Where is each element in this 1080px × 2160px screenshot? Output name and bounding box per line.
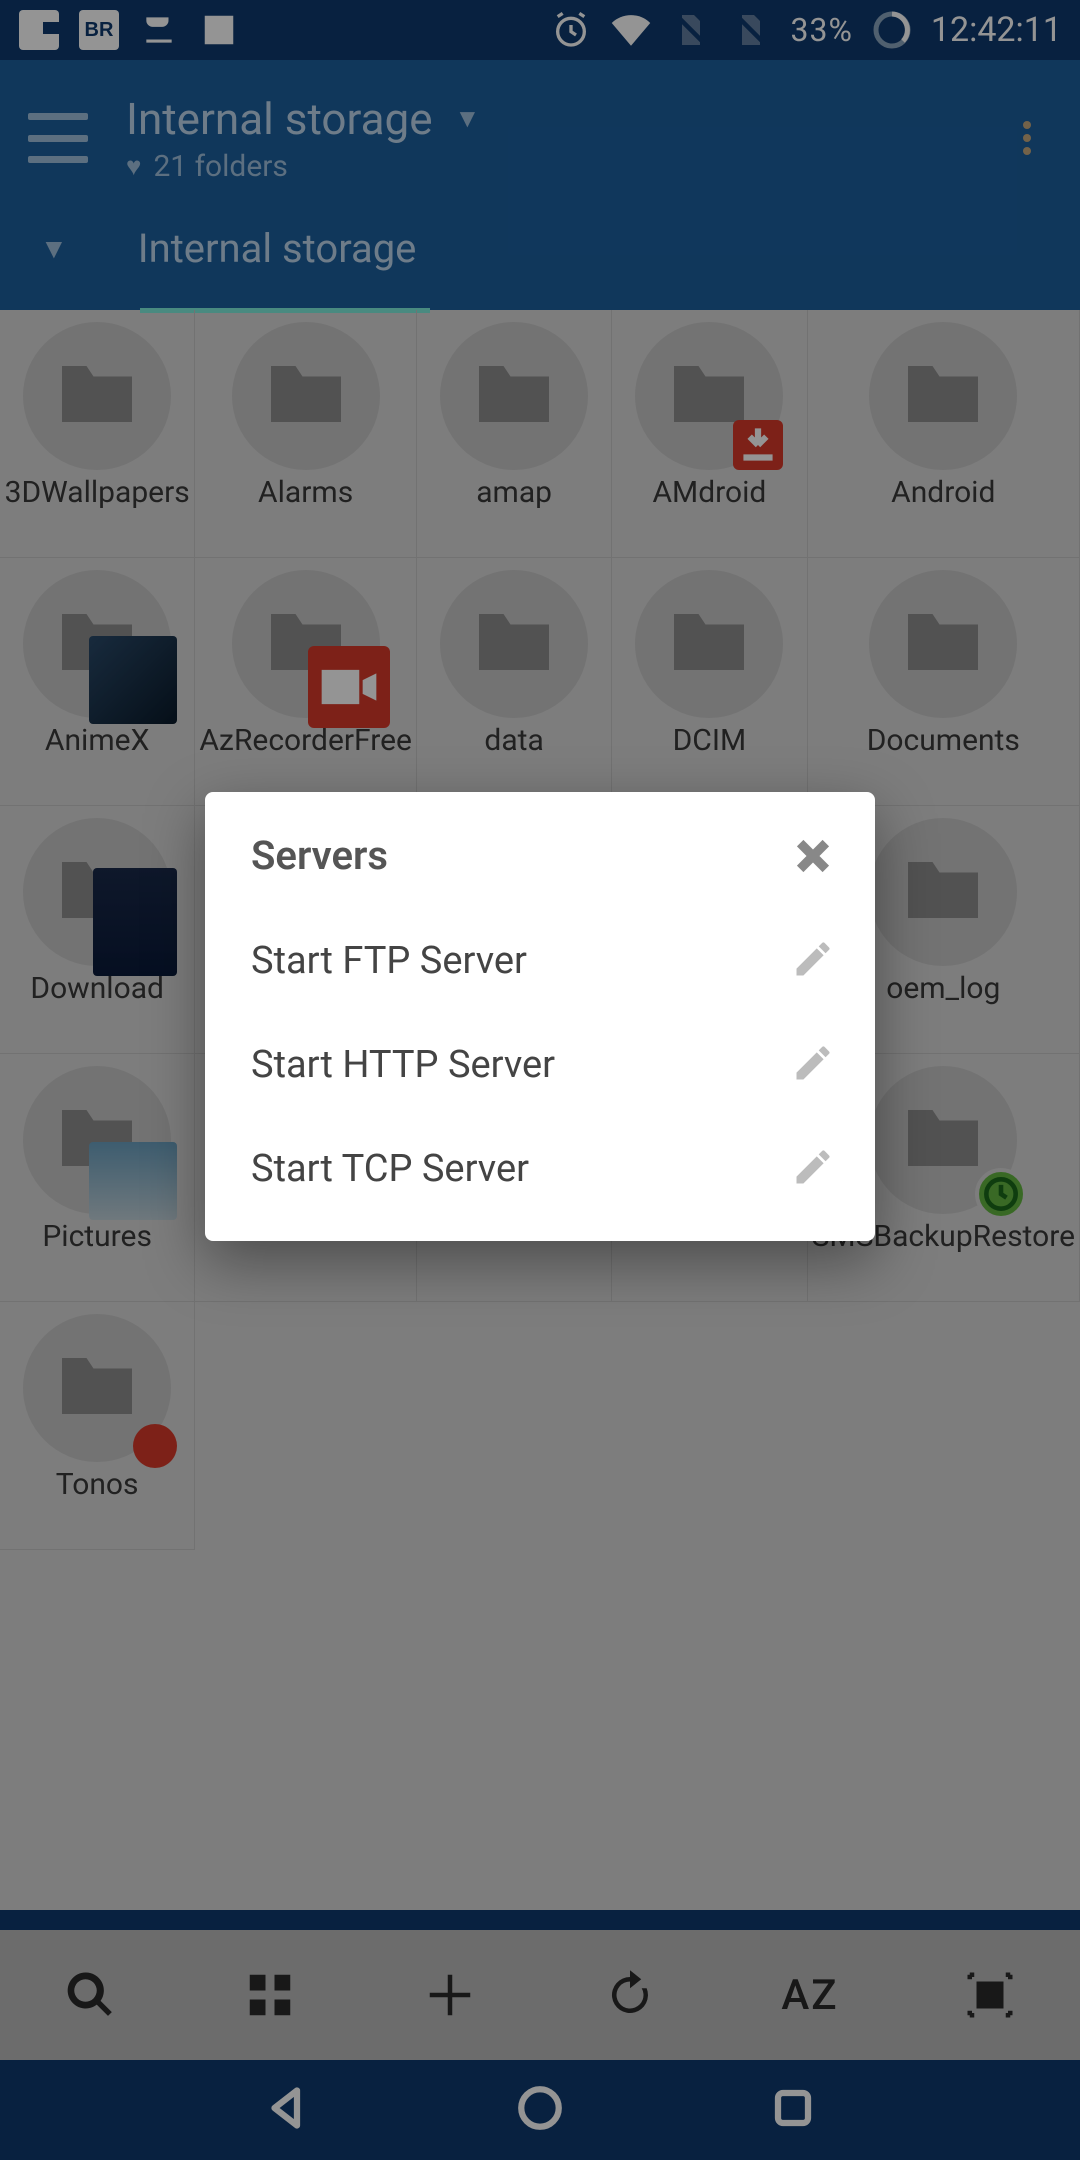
server-option-label: Start HTTP Server [251, 1043, 555, 1087]
edit-icon[interactable] [791, 1041, 835, 1089]
servers-dialog: Servers Start FTP Server Start HTTP Serve… [205, 792, 875, 1241]
server-option-label: Start FTP Server [251, 939, 527, 983]
edit-icon[interactable] [791, 937, 835, 985]
server-option[interactable]: Start FTP Server [205, 909, 875, 1013]
close-icon[interactable] [791, 834, 835, 878]
server-option-label: Start TCP Server [251, 1147, 529, 1191]
server-option[interactable]: Start TCP Server [205, 1117, 875, 1221]
dialog-title: Servers [251, 832, 388, 879]
server-option[interactable]: Start HTTP Server [205, 1013, 875, 1117]
edit-icon[interactable] [791, 1145, 835, 1193]
